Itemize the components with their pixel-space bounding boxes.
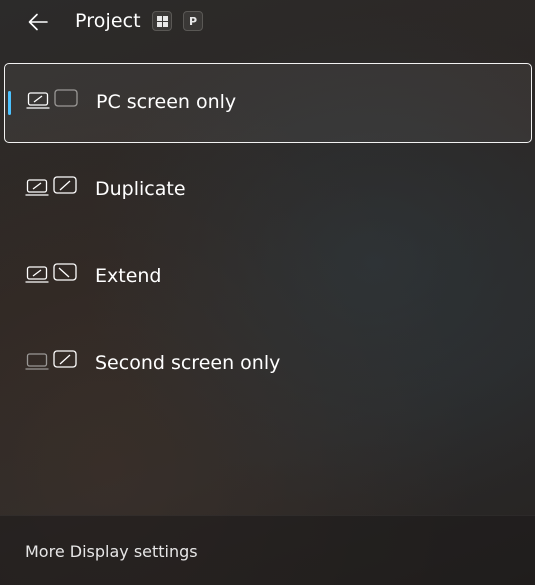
option-label: Second screen only [95, 352, 281, 374]
option-second-screen-only[interactable]: Second screen only [4, 324, 532, 404]
pc-screen-only-icon [26, 89, 78, 109]
back-button[interactable] [24, 8, 52, 36]
second-screen-only-icon [25, 350, 77, 370]
windows-logo-icon [156, 15, 168, 27]
shortcut-key-p: P [183, 11, 203, 31]
option-duplicate[interactable]: Duplicate [4, 150, 532, 230]
option-label: Duplicate [95, 178, 186, 200]
extend-icon [25, 263, 77, 283]
duplicate-icon [25, 176, 77, 196]
option-extend[interactable]: Extend [4, 237, 532, 317]
shortcut-key-windows [152, 11, 172, 31]
option-label: PC screen only [96, 91, 237, 113]
flyout-footer: More Display settings [0, 515, 535, 585]
back-arrow-icon [28, 13, 48, 31]
option-pc-screen-only[interactable]: PC screen only [4, 63, 532, 143]
flyout-title: Project [75, 10, 141, 32]
flyout-header: Project P [0, 0, 535, 46]
project-flyout: Project P PC screen only Duplicate Exten… [0, 0, 535, 585]
option-label: Extend [95, 265, 162, 287]
selection-indicator [8, 91, 11, 115]
more-display-settings-link[interactable]: More Display settings [25, 542, 198, 561]
